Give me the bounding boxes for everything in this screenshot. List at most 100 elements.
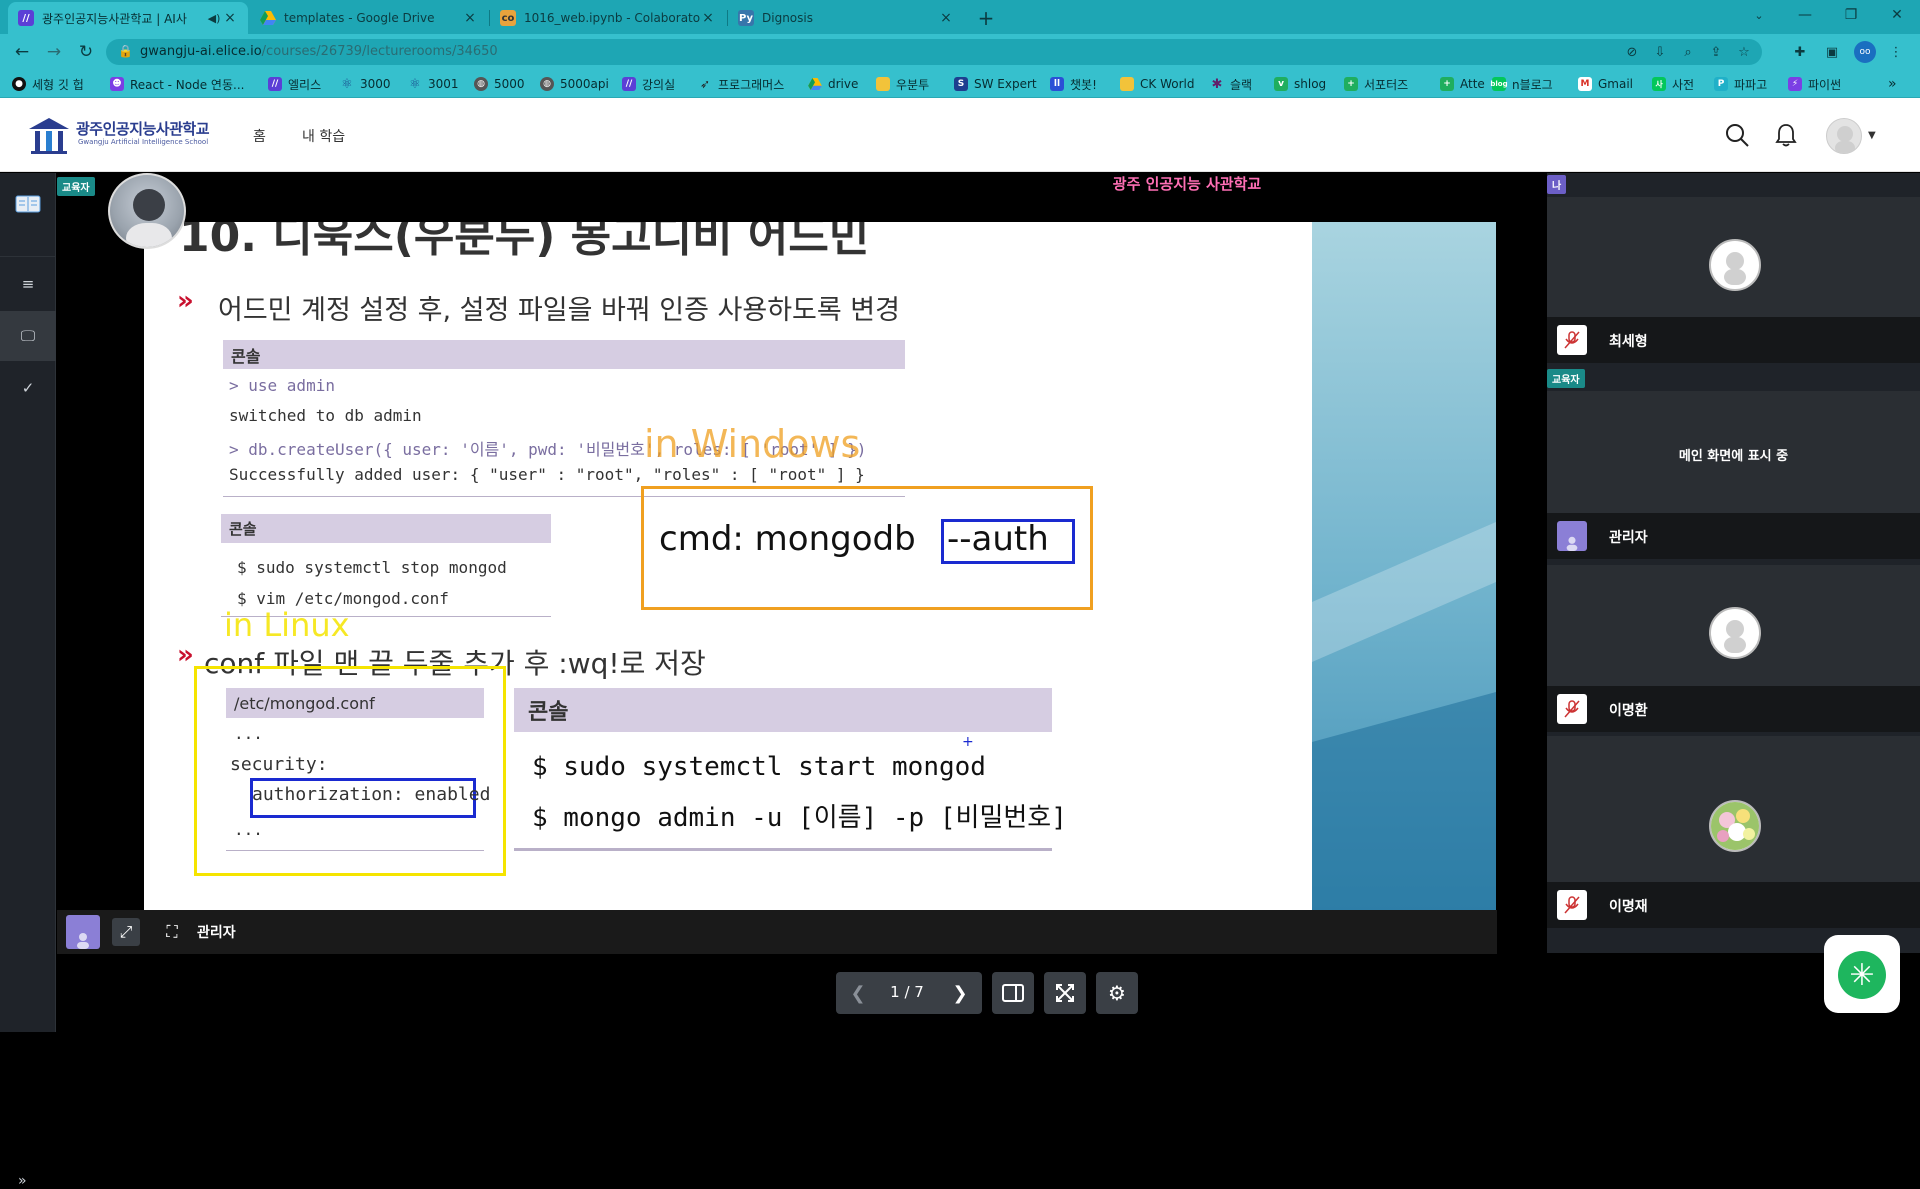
layout-toggle-button[interactable] [992, 972, 1034, 1014]
participant-avatar [1709, 607, 1761, 659]
profile-icon[interactable]: oo [1854, 41, 1876, 63]
monitor-icon[interactable]: 🖵 [0, 311, 56, 361]
tab-search-icon[interactable]: ⌄ [1736, 0, 1782, 30]
console-divider [226, 850, 484, 851]
camera-blocked-icon[interactable]: ⊘ [1622, 42, 1642, 62]
close-icon[interactable]: × [938, 10, 954, 26]
presenter-video-thumbnail [108, 173, 186, 249]
bookmark-item[interactable]: ✱ 슬랙 [1210, 76, 1253, 92]
bookmark-item[interactable]: + 서포터즈 [1344, 76, 1408, 92]
fullscreen-icon[interactable]: ⛶ [158, 918, 186, 946]
lecture-slide: 10. 디욱스(우분두) 몽고디비 어드민 » 어드민 계정 설정 후, 설정 … [144, 222, 1496, 910]
settings-button[interactable]: ⚙ [1096, 972, 1138, 1014]
tab-colab[interactable]: co 1016_web.ipynb - Colaboratory × [490, 2, 726, 34]
mic-muted-icon[interactable] [1557, 890, 1587, 920]
fullscreen-arrows-icon [1056, 984, 1074, 1002]
sparkle-assistant-button[interactable]: ✳ [1838, 951, 1886, 999]
menu-icon[interactable]: ⋮ [1886, 42, 1906, 62]
expand-icon[interactable]: ⤢ [112, 918, 140, 946]
linux-annotation-label: in Linux [224, 606, 350, 644]
url-field[interactable]: 🔒 gwangju-ai.elice.io/courses/26739/lect… [106, 39, 1762, 65]
slide-decoration [1312, 222, 1496, 910]
bookmark-item[interactable]: drive [808, 76, 858, 92]
fullscreen-button[interactable] [1044, 972, 1086, 1014]
list-icon[interactable]: ≡ [0, 259, 56, 309]
share-icon[interactable]: ⇪ [1706, 42, 1726, 62]
bookmark-item[interactable]: v shlog [1274, 76, 1326, 92]
bookmark-item[interactable]: ● 세형 깃 헙 [12, 76, 84, 92]
check-circle-icon[interactable]: ✓ [0, 363, 56, 413]
minimize-button[interactable]: — [1782, 0, 1828, 30]
back-button[interactable]: ← [10, 40, 34, 64]
install-icon[interactable]: ⇩ [1650, 42, 1670, 62]
bookmark-item[interactable]: //엘리스 [268, 76, 321, 92]
presenter-name: 관리자 [197, 925, 236, 941]
bookmark-item[interactable]: ⚛ 3000 [340, 76, 390, 92]
lecture-toolbar [57, 954, 1920, 1032]
colab-icon: co [500, 10, 516, 26]
mic-muted-icon[interactable] [1557, 325, 1587, 355]
new-tab-button[interactable]: + [968, 2, 1004, 34]
elice-icon: // [622, 77, 636, 91]
restore-button[interactable]: ❐ [1828, 0, 1874, 30]
tab-aischool[interactable]: // 광주인공지능사관학교 | AI사 ◀) × [8, 2, 248, 34]
nav-home[interactable]: 홈 [253, 126, 266, 146]
bookmark-item[interactable]: ⚛ 3001 [408, 76, 458, 92]
plus-icon: + [1344, 77, 1358, 91]
tab-google-drive[interactable]: templates - Google Drive × [250, 2, 488, 34]
sidepanel-icon[interactable]: ▣ [1822, 42, 1842, 62]
bookmark-item[interactable]: ⚡ 파이썬 [1788, 76, 1841, 92]
console-line: Successfully added user: { "user" : "roo… [229, 465, 865, 484]
book-icon[interactable] [0, 173, 56, 235]
nav-my-learning[interactable]: 내 학습 [302, 126, 345, 146]
participant-card[interactable]: 이명환 [1547, 565, 1920, 732]
bookmark-item[interactable]: P 파파고 [1714, 76, 1767, 92]
bookmark-item[interactable]: 우분투 [876, 76, 929, 92]
chevron-down-icon[interactable]: ▼ [1868, 130, 1876, 141]
slide-pager: ❮ 1 / 7 ❯ [836, 972, 982, 1014]
zoom-icon[interactable]: ⌕ [1678, 42, 1698, 62]
cursor-crosshair: + [962, 734, 974, 750]
next-page-button[interactable]: ❯ [948, 980, 972, 1006]
bullet-1: 어드민 계정 설정 후, 설정 파일을 바꿔 인증 사용하도록 변경 [218, 295, 900, 326]
naver-blog-icon: blog [1490, 77, 1508, 91]
more-bookmarks-button[interactable]: » [1888, 76, 1897, 92]
conf-line: security: [230, 754, 328, 775]
close-icon[interactable]: × [222, 10, 238, 26]
globe-icon: ◍ [540, 77, 554, 91]
bookmark-item[interactable]: ➶ 프로그래머스 [698, 76, 784, 92]
participant-avatar [1709, 800, 1761, 852]
tab-dignosis[interactable]: Py Dignosis × [728, 2, 964, 34]
bell-icon[interactable] [1774, 122, 1798, 148]
bookmark-item[interactable]: ☻ React - Node 연동... [110, 76, 244, 92]
close-icon[interactable]: × [462, 10, 478, 26]
reload-button[interactable]: ↻ [74, 40, 98, 64]
bookmark-item[interactable]: + Atte [1440, 76, 1485, 92]
react-icon: ⚛ [409, 76, 421, 92]
bookmark-item[interactable]: blog n블로그 [1490, 76, 1553, 92]
previous-page-button[interactable]: ❮ [846, 980, 870, 1006]
close-icon[interactable]: × [700, 10, 716, 26]
bookmark-item[interactable]: ◍ 5000 [474, 76, 525, 92]
bookmark-star-icon[interactable]: ☆ [1734, 42, 1754, 62]
participant-card[interactable]: 최세형 [1547, 197, 1920, 363]
bookmark-item[interactable]: ll 챗봇! [1050, 76, 1097, 92]
user-avatar[interactable] [1826, 118, 1862, 154]
expand-sidebar-icon[interactable]: » [18, 1173, 27, 1189]
mic-muted-icon[interactable] [1557, 694, 1587, 724]
console-label: 콘솔 [514, 688, 1052, 732]
bookmark-item[interactable]: CK World [1120, 76, 1194, 92]
bookmark-item[interactable]: ◍ 5000api [540, 76, 609, 92]
speaker-icon[interactable]: ◀) [206, 12, 222, 25]
participant-card[interactable]: 이명재 [1547, 736, 1920, 928]
participant-card[interactable]: 메인 화면에 표시 중 관리자 [1547, 391, 1920, 559]
search-icon[interactable] [1724, 122, 1750, 148]
bookmark-item[interactable]: S SW Expert [954, 76, 1037, 92]
bookmark-item[interactable]: //강의실 [622, 76, 675, 92]
forward-button[interactable]: → [42, 40, 66, 64]
extensions-icon[interactable]: ✚ [1790, 42, 1810, 62]
school-logo[interactable]: 광주인공지능사관학교 Gwangju Artificial Intelligen… [28, 114, 218, 156]
bookmark-item[interactable]: 사 사전 [1652, 76, 1694, 92]
window-close-button[interactable]: ✕ [1874, 0, 1920, 30]
bookmark-item[interactable]: M Gmail [1578, 76, 1633, 92]
